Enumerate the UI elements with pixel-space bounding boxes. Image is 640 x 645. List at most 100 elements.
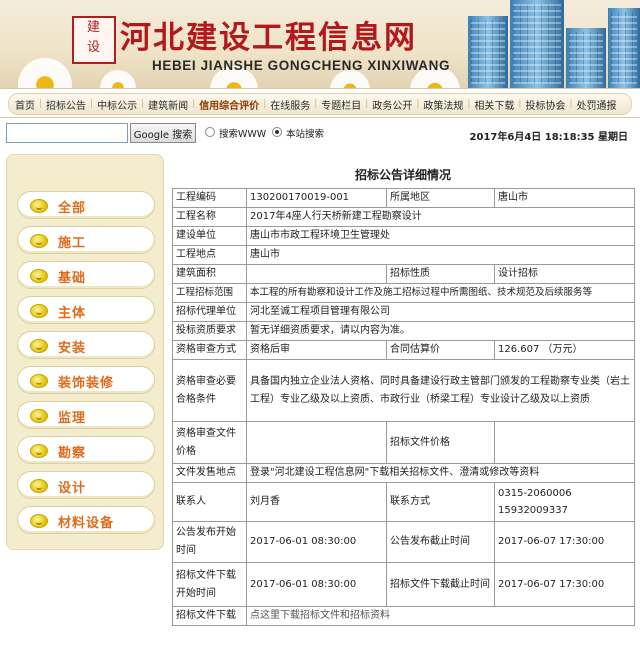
site-title: 河北建设工程信息网 <box>120 20 417 56</box>
field-label: 工程编码 <box>172 188 247 208</box>
nav-separator: | <box>518 99 522 109</box>
field-label: 公告发布截止时间 <box>386 521 495 563</box>
table-row: 招标文件下载开始时间 2017-06-01 08:30:00 招标文件下载截止时… <box>172 562 635 607</box>
table-row: 建设单位 唐山市市政工程环境卫生管理处 <box>172 226 635 246</box>
table-row: 工程编码 130200170019-001 所属地区 唐山市 <box>172 188 635 208</box>
price-value: 126.607 （万元） <box>494 340 635 360</box>
nav-item[interactable]: 处罚通报 <box>577 97 617 112</box>
sidebar-item[interactable]: 装饰装修 <box>17 366 155 394</box>
table-row: 公告发布开始时间 2017-06-01 08:30:00 公告发布截止时间 20… <box>172 521 635 563</box>
main-nav: 首页 | 招标公告 | 中标公示 | 建筑新闻 | 信用综合评价 | 在线服务 | 专题栏目 | 政务公开 |… <box>0 88 640 118</box>
nav-item[interactable]: 相关下载 <box>474 97 514 112</box>
table-row: 建筑面积 招标性质 设计招标 <box>172 264 635 284</box>
phone-number: 0315-2060006 <box>498 488 572 499</box>
sidebar-item-label: 主体 <box>58 306 87 321</box>
smiley-icon <box>30 339 48 353</box>
conditions-value: 具备国内独立企业法人资格、同时具备建设行政主管部门颁发的工程勘察专业类（岩土工程… <box>246 359 635 422</box>
phone-value: 0315-2060006 15932009337 <box>494 482 635 522</box>
nav-separator: | <box>467 99 471 109</box>
sidebar-item-label: 基础 <box>58 271 87 286</box>
smiley-icon <box>30 409 48 423</box>
builder-value: 唐山市市政工程环境卫生管理处 <box>246 226 635 246</box>
sidebar-item-label: 全部 <box>58 201 87 216</box>
smiley-icon <box>30 269 48 283</box>
page-title: 招标公告详细情况 <box>354 168 451 182</box>
nav-item[interactable]: 投标协会 <box>525 97 565 112</box>
nav-separator: | <box>569 99 573 109</box>
sidebar-item[interactable]: 基础 <box>17 261 155 289</box>
location-value: 唐山市 <box>246 245 635 265</box>
search-bar: Google 搜索 搜索WWW 本站搜索 2017年6月4日 18:18:35 … <box>0 122 640 144</box>
nav-item[interactable]: 政务公开 <box>372 97 412 112</box>
download-link[interactable]: 点这里下载招标文件和招标资料 <box>246 606 635 626</box>
field-label: 联系方式 <box>386 482 495 522</box>
project-name: 2017年4座人行天桥新建工程勘察设计 <box>246 207 635 227</box>
sidebar-item-label: 装饰装修 <box>58 376 115 391</box>
field-label: 合同估算价 <box>386 340 495 360</box>
sidebar-item[interactable]: 主体 <box>17 296 155 324</box>
field-label: 投标资质要求 <box>172 321 247 341</box>
field-label: 工程名称 <box>172 207 247 227</box>
field-label: 文件发售地点 <box>172 463 247 483</box>
sidebar-item-label: 施工 <box>58 236 87 251</box>
nav-item[interactable]: 政策法规 <box>423 97 463 112</box>
google-search-button[interactable]: Google 搜索 <box>130 123 196 143</box>
radio-search-site[interactable] <box>272 127 282 137</box>
nav-item[interactable]: 信用综合评价 <box>199 97 259 112</box>
current-datetime: 2017年6月4日 18:18:35 星期日 <box>469 132 628 143</box>
building-image <box>608 8 640 88</box>
radio-search-site-label: 本站搜索 <box>286 129 325 140</box>
search-input[interactable] <box>6 123 128 143</box>
nav-separator: | <box>39 99 43 109</box>
sidebar-item-label: 安装 <box>58 341 87 356</box>
table-row: 投标资质要求 暂无详细资质要求，请以内容为准。 <box>172 321 635 341</box>
sidebar-item[interactable]: 监理 <box>17 401 155 429</box>
table-row: 资格审查必要合格条件 具备国内独立企业法人资格、同时具备建设行政主管部门颁发的工… <box>172 359 635 422</box>
field-label: 公告发布开始时间 <box>172 521 247 563</box>
radio-search-www-label: 搜索WWW <box>219 129 267 140</box>
area-value <box>246 264 387 284</box>
nav-bar: 首页 | 招标公告 | 中标公示 | 建筑新闻 | 信用综合评价 | 在线服务 | 专题栏目 | 政务公开 |… <box>8 93 632 115</box>
field-label: 招标文件下载 <box>172 606 247 626</box>
field-label: 资格审查必要合格条件 <box>172 359 247 422</box>
daisy-decoration <box>100 70 136 88</box>
mobile-number: 15932009337 <box>498 505 568 516</box>
sidebar-item[interactable]: 勘察 <box>17 436 155 464</box>
sidebar-item[interactable]: 安装 <box>17 331 155 359</box>
dl-end-value: 2017-06-07 17:30:00 <box>494 562 635 607</box>
table-row: 工程地点 唐山市 <box>172 245 635 265</box>
sidebar-item[interactable]: 全部 <box>17 191 155 219</box>
sidebar-item-label: 勘察 <box>58 446 87 461</box>
sidebar-item-label: 设计 <box>58 481 87 496</box>
nav-separator: | <box>141 99 145 109</box>
nav-item[interactable]: 招标公告 <box>46 97 86 112</box>
pub-end-value: 2017-06-07 17:30:00 <box>494 521 635 563</box>
smiley-icon <box>30 479 48 493</box>
nav-item[interactable]: 建筑新闻 <box>148 97 188 112</box>
radio-search-www[interactable] <box>205 127 215 137</box>
tender-fee-value <box>494 421 635 464</box>
field-label: 招标代理单位 <box>172 302 247 322</box>
table-row: 文件发售地点 登录"河北建设工程信息网"下载相关招标文件、澄清或修改等资料 <box>172 463 635 483</box>
building-image <box>468 16 508 88</box>
table-row: 招标文件下载 点这里下载招标文件和招标资料 <box>172 606 635 626</box>
region-value: 唐山市 <box>494 188 635 208</box>
nav-separator: | <box>416 99 420 109</box>
table-row: 工程名称 2017年4座人行天桥新建工程勘察设计 <box>172 207 635 227</box>
table-row: 工程招标范围 本工程的所有勘察和设计工作及施工招标过程中所需图纸、技术规范及后续… <box>172 283 635 303</box>
sidebar-item[interactable]: 设计 <box>17 471 155 499</box>
building-image <box>566 28 606 88</box>
nav-item[interactable]: 首页 <box>15 97 35 112</box>
category-sidebar: 全部施工基础主体安装装饰装修监理勘察设计材料设备 <box>6 154 164 550</box>
smiley-icon <box>30 304 48 318</box>
field-label: 建筑面积 <box>172 264 247 284</box>
nav-item[interactable]: 在线服务 <box>270 97 310 112</box>
sidebar-item[interactable]: 施工 <box>17 226 155 254</box>
smiley-icon <box>30 514 48 528</box>
table-row: 联系人 刘月香 联系方式 0315-2060006 15932009337 <box>172 482 635 522</box>
sidebar-item[interactable]: 材料设备 <box>17 506 155 534</box>
issue-place-value: 登录"河北建设工程信息网"下载相关招标文件、澄清或修改等资料 <box>246 463 635 483</box>
nav-item[interactable]: 中标公示 <box>97 97 137 112</box>
nav-item[interactable]: 专题栏目 <box>321 97 361 112</box>
field-label: 招标文件下载截止时间 <box>386 562 495 607</box>
